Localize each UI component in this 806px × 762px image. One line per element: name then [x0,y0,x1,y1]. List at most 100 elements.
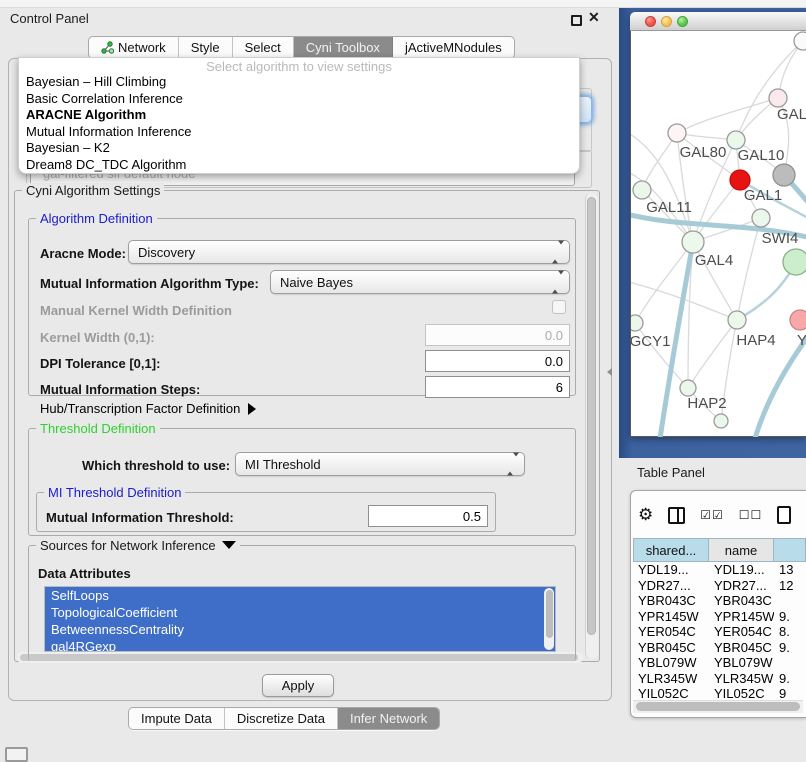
sources-group-title[interactable]: Sources for Network Inference [36,538,240,553]
table-row[interactable]: YIL052CYIL052C9 [633,686,806,698]
dpi-tolerance-field[interactable]: 0.0 [425,350,570,372]
mi-steps-field[interactable]: 6 [425,376,570,398]
network-graph[interactable]: GAL8GAL80GAL10GAL1GAL11SWI4GAL4GCY1HAP4Y… [631,31,806,437]
network-edge[interactable] [693,180,740,242]
network-node[interactable] [682,231,704,253]
network-node[interactable] [633,181,651,199]
mi-steps-label: Mutual Information Steps: [40,382,200,397]
attribute-list-scrollbar-thumb[interactable] [546,590,553,638]
mi-threshold-field[interactable]: 0.5 [368,505,488,527]
minimized-panel-icon[interactable] [5,747,28,762]
close-icon[interactable]: ✕ [588,9,600,26]
mi-type-combo[interactable]: Naive Bayes [270,270,570,294]
attribute-list-item[interactable]: BetweennessCentrality [45,621,555,638]
attribute-list-item[interactable]: SelfLoops [45,587,555,604]
table-row[interactable]: YLR345WYLR345W9. [633,671,806,687]
column-header[interactable] [774,538,806,562]
node-label: GAL80 [680,144,727,161]
aracne-mode-combo[interactable]: Discovery [128,240,570,264]
dropdown-item[interactable]: ARACNE Algorithm [19,107,579,124]
float-panel-icon[interactable] [571,15,582,26]
dropdown-item[interactable]: Dream8 DC_TDC Algorithm [19,157,579,174]
cyni-bottom-tabs: Impute Data Discretize Data Infer Network [128,707,440,730]
tab-discretize-data[interactable]: Discretize Data [225,708,338,729]
network-node[interactable] [631,315,643,331]
mi-threshold-group-title: MI Threshold Definition [44,485,185,500]
table-row[interactable]: YBR045CYBR045C9. [633,640,806,656]
table-cell: YDL19... [709,562,774,578]
tab-jactivemnodules[interactable]: jActiveMNodules [393,37,514,58]
node-label: HAP2 [687,395,726,412]
tab-network[interactable]: Network [89,37,179,58]
network-node[interactable] [773,164,795,186]
network-node[interactable] [728,311,746,329]
dropdown-item[interactable]: Bayesian – K2 [19,140,579,157]
data-attributes-list[interactable]: SelfLoopsTopologicalCoefficientBetweenne… [44,586,556,652]
dropdown-item[interactable]: Mutual Information Inference [19,124,579,141]
table-cell: YBR043C [633,593,709,609]
settings-vertical-scrollbar-thumb[interactable] [587,197,596,635]
tab-infer-network[interactable]: Infer Network [338,708,439,729]
network-node[interactable] [794,32,806,50]
tab-cyni-toolbox[interactable]: Cyni Toolbox [294,37,393,58]
table-cell: 9 [774,686,806,698]
table-row[interactable]: YER054CYER054C8. [633,624,806,640]
network-edge[interactable] [737,218,761,320]
tab-label: Discretize Data [237,711,325,726]
table-row[interactable]: YDR27...YDR27...12 [633,578,806,594]
table-row[interactable]: YDL19...YDL19...13 [633,562,806,578]
combo-spinner-icon [552,275,564,290]
network-edge[interactable] [642,133,677,190]
node-label: HAP4 [736,332,775,349]
window-close-icon[interactable] [645,16,656,27]
network-node[interactable] [752,209,770,227]
aracne-mode-value: Discovery [138,245,195,260]
table-row[interactable]: YPR145WYPR145W9. [633,609,806,625]
table-row[interactable]: YBL079WYBL079W [633,655,806,671]
table-cell: YLR345W [633,671,709,687]
kernel-width-field[interactable]: 0.0 [425,324,570,346]
settings-gear-icon[interactable]: ⚙ [638,505,653,525]
algorithm-dropdown-list: Select algorithm to view settings Bayesi… [18,57,580,174]
tab-impute-data[interactable]: Impute Data [129,708,225,729]
table-horizontal-scrollbar-thumb[interactable] [636,702,800,711]
node-table[interactable]: shared...nameYDL19...YDL19...13YDR27...Y… [633,538,806,698]
hub-definition-label: Hub/Transcription Factor Definition [40,401,240,416]
attribute-list-item[interactable]: gal4RGexp [45,638,555,652]
manual-kernel-checkbox[interactable] [552,300,566,314]
network-node[interactable] [783,249,806,275]
network-node[interactable] [680,380,696,396]
network-node[interactable] [714,414,728,428]
network-node[interactable] [769,89,787,107]
network-edge[interactable] [688,320,737,388]
attribute-list-item[interactable]: TopologicalCoefficient [45,604,555,621]
deselect-all-icon[interactable]: ☐☐ [739,508,763,522]
table-cell: YDR27... [709,578,774,594]
select-all-icon[interactable]: ☑☑ [700,508,724,522]
tab-label: jActiveMNodules [405,40,502,55]
column-header[interactable]: shared... [633,538,709,562]
window-top-strip [0,0,806,8]
which-threshold-combo[interactable]: MI Threshold [235,452,525,476]
table-row[interactable]: YBR043CYBR043C [633,593,806,609]
dropdown-item[interactable]: Basic Correlation Inference [19,91,579,108]
dropdown-item[interactable]: Bayesian – Hill Climbing [19,74,579,91]
table-toolbar: ⚙ ☑☑ ☐☐ [638,498,806,532]
network-node[interactable] [790,310,806,330]
hub-definition-expander[interactable]: Hub/Transcription Factor Definition [40,401,256,416]
tab-select[interactable]: Select [233,37,294,58]
apply-button[interactable]: Apply [262,674,334,697]
network-window-titlebar[interactable] [630,12,806,31]
tab-label: Select [245,40,281,55]
partial-doc-icon[interactable] [777,506,791,524]
splitter-collapse-icon[interactable] [607,368,612,376]
column-header[interactable]: name [709,538,774,562]
dpi-tolerance-label: DPI Tolerance [0,1]: [40,356,160,371]
window-minimize-icon[interactable] [661,16,672,27]
tab-style[interactable]: Style [179,37,233,58]
network-node[interactable] [668,124,686,142]
window-zoom-icon[interactable] [677,16,688,27]
network-edge[interactable] [677,98,778,133]
column-layout-icon[interactable] [668,507,685,524]
threshold-definition-title: Threshold Definition [36,421,160,436]
